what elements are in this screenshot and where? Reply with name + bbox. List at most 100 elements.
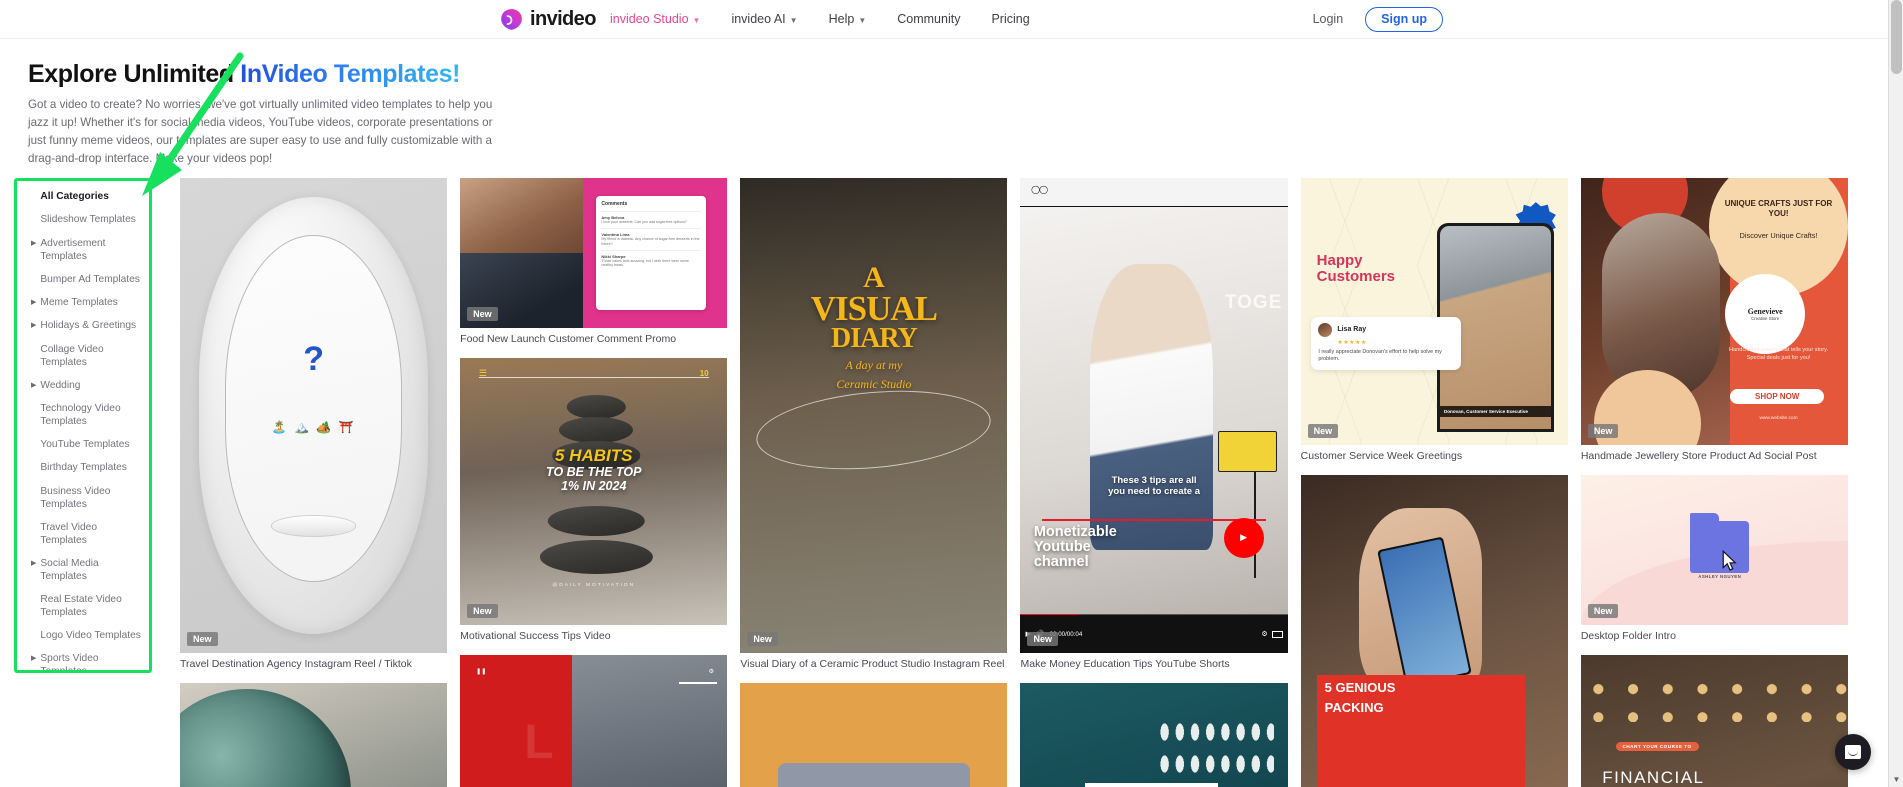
template-thumbnail[interactable]: Happy Customers Donovan, Customer Servic… [1300, 178, 1568, 446]
template-thumbnail[interactable]: L ❚❚ ⚙ BREAKING NEWS Malaysia may reopen… [460, 654, 728, 787]
nav-item-invideo-studio[interactable]: invideo Studio ▼ [610, 12, 700, 26]
sidebar-item-real-estate-video-templates[interactable]: ▶Real Estate Video Templates [31, 593, 143, 619]
template-thumbnail[interactable]: CHART YOUR COURSE TO FINANCIAL FREEDOM a… [1580, 654, 1848, 787]
fullscreen-icon[interactable] [1271, 630, 1283, 638]
hero-section: Explore Unlimited InVideo Templates! Got… [0, 39, 1903, 168]
login-link[interactable]: Login [1313, 12, 1344, 26]
template-caption: Motivational Success Tips Video [460, 630, 611, 643]
template-card-youtube[interactable]: ◯◯ TOGE These 3 tips are all you need to… [1020, 178, 1288, 672]
expand-triangle-icon[interactable]: ▶ [31, 652, 36, 665]
sidebar-item-bumper-ad-templates[interactable]: ▶Bumper Ad Templates [31, 273, 143, 286]
template-card-globe[interactable] [180, 682, 448, 787]
invideo-logo-icon [500, 8, 523, 31]
sidebar-item-collage-video-templates[interactable]: ▶Collage Video Templates [31, 343, 143, 369]
sidebar-item-slideshow-templates[interactable]: ▶Slideshow Templates [31, 213, 143, 226]
template-card-customer[interactable]: Happy Customers Donovan, Customer Servic… [1300, 178, 1568, 464]
template-thumbnail[interactable]: A VISUAL DIARY A day at my Ceramic Studi… [740, 178, 1008, 653]
expand-triangle-icon[interactable]: ▶ [31, 296, 36, 309]
cursor-icon [1723, 549, 1738, 571]
sidebar-item-youtube-templates[interactable]: ▶YouTube Templates [31, 438, 143, 451]
expand-triangle-icon[interactable]: ▶ [31, 379, 36, 392]
sidebar-item-advertisement-templates[interactable]: ▶ Advertisement Templates [31, 237, 143, 263]
template-caption: Food New Launch Customer Comment Promo [460, 333, 677, 346]
template-card-handle[interactable]: @yourighandle [740, 682, 1008, 787]
template-thumbnail[interactable] [180, 682, 448, 787]
shop-now-button[interactable]: SHOP NOW [1730, 389, 1824, 405]
new-badge: New [1587, 424, 1619, 439]
video-controls[interactable]: ▶ 🔊 02:00/00:04 ⚙ [1020, 613, 1288, 654]
page-scrollbar[interactable]: ▲ ▼ [1888, 0, 1903, 787]
template-card-jewellery[interactable]: UNIQUE CRAFTS JUST FOR YOU! Discover Uni… [1580, 178, 1848, 464]
diary-overlay-text: A VISUAL DIARY A day at my Ceramic Studi… [740, 262, 1007, 392]
page-title-accent: InVideo Templates! [240, 60, 461, 88]
sidebar-item-travel-video-templates[interactable]: ▶Travel Video Templates [31, 521, 143, 547]
nav-item-help[interactable]: Help ▼ [829, 12, 867, 26]
template-card-habits[interactable]: ☰ 10 5 HABITS TO BE THE TOP 1% IN 2024 @… [460, 357, 728, 644]
diary-script-2: Ceramic Studio [836, 377, 912, 392]
template-thumbnail[interactable]: www.yourwebsite.com THIS FALL [1020, 682, 1288, 787]
sidebar-item-label: Birthday Templates [40, 462, 127, 474]
expand-triangle-icon[interactable]: ▶ [31, 319, 36, 332]
template-thumbnail[interactable]: ? 🏝️ 🏔️ 🏕️ ⛩️ New [180, 178, 448, 653]
sidebar-item-label: Business Video Templates [40, 485, 111, 510]
jewel-subhead: Discover Unique Crafts! [1739, 231, 1818, 241]
sidebar-item-logo-video-templates[interactable]: ▶Logo Video Templates [31, 629, 143, 642]
template-card-news[interactable]: L ❚❚ ⚙ BREAKING NEWS Malaysia may reopen… [460, 654, 728, 787]
folder-label: ASHLEY NGUYEN [1698, 574, 1742, 580]
sidebar-item-wedding[interactable]: ▶ Wedding [31, 379, 143, 392]
new-badge: New [187, 632, 218, 646]
sidebar-item-birthday-templates[interactable]: ▶Birthday Templates [31, 461, 143, 474]
sidebar-item-business-video-templates[interactable]: ▶Business Video Templates [31, 485, 143, 511]
template-card-packing[interactable]: 5 GENIOUS PACKING [1300, 474, 1568, 787]
template-thumbnail[interactable]: @yourighandle [740, 682, 1008, 787]
testimonial-head: Lisa Ray [1318, 322, 1454, 337]
template-thumbnail[interactable]: ◯◯ TOGE These 3 tips are all you need to… [1020, 178, 1288, 654]
habits-line-3: 1% IN 2024 [561, 479, 627, 494]
gear-icon[interactable]: ⚙ [1261, 630, 1267, 638]
template-thumbnail[interactable]: 5 GENIOUS PACKING [1300, 474, 1568, 787]
chevron-down-icon: ▼ [789, 15, 798, 25]
sidebar-item-meme-templates[interactable]: ▶ Meme Templates [31, 296, 143, 309]
template-card-financial[interactable]: CHART YOUR COURSE TO FINANCIAL FREEDOM a… [1580, 654, 1848, 787]
expand-triangle-icon[interactable]: ▶ [31, 237, 36, 250]
template-caption: Visual Diary of a Ceramic Product Studio… [740, 658, 1005, 670]
template-thumbnail[interactable]: UNIQUE CRAFTS JUST FOR YOU! Discover Uni… [1580, 178, 1848, 446]
comment-text: My friend is diabetic. Any chance of sug… [601, 236, 700, 246]
sidebar-item-social-media-templates[interactable]: ▶ Social Media Templates [31, 557, 143, 583]
template-thumbnail[interactable]: ☰ 10 5 HABITS TO BE THE TOP 1% IN 2024 @… [460, 357, 728, 626]
nav-item-community[interactable]: Community [897, 12, 960, 26]
sidebar-item-technology-video-templates[interactable]: ▶Technology Video Templates [31, 402, 143, 428]
brand-name: invideo [530, 7, 596, 30]
scrollbar-thumb[interactable] [1891, 0, 1902, 74]
template-card-folder[interactable]: ASHLEY NGUYEN New Desktop Folder Intro [1580, 474, 1848, 644]
window-shade [270, 515, 357, 537]
question-mark-text: ? [303, 339, 324, 378]
template-card-fall[interactable]: www.yourwebsite.com THIS FALL [1020, 682, 1288, 787]
signup-button[interactable]: Sign up [1365, 6, 1443, 32]
template-caption: Make Money Education Tips YouTube Shorts [1020, 658, 1230, 671]
scroll-down-icon[interactable]: ▼ [1889, 771, 1903, 787]
comment-item: Valentina Lima My friend is diabetic. An… [601, 227, 701, 250]
grid-column-6: UNIQUE CRAFTS JUST FOR YOU! Discover Uni… [1580, 178, 1848, 787]
presenter-figure [1089, 263, 1213, 550]
sidebar-item-sports-video-templates[interactable]: ▶ Sports Video Templates [31, 652, 143, 670]
page-title: Explore Unlimited InVideo Templates! [28, 60, 1903, 89]
customer-headline-1: Happy [1316, 251, 1363, 269]
template-card-food[interactable]: Comments Amy Belova I love your desserts… [460, 178, 728, 347]
template-card-diary[interactable]: A VISUAL DIARY A day at my Ceramic Studi… [740, 178, 1008, 672]
progress-track[interactable] [1020, 613, 1288, 616]
template-thumbnail[interactable]: Comments Amy Belova I love your desserts… [460, 178, 728, 329]
chat-widget-button[interactable] [1835, 734, 1871, 770]
packing-line-2: PACKING [1324, 699, 1384, 715]
habits-overlay-text: 5 HABITS TO BE THE TOP 1% IN 2024 [460, 446, 727, 493]
brand-logo[interactable]: invideo [500, 8, 596, 31]
sidebar-item-holidays-greetings[interactable]: ▶ Holidays & Greetings [31, 319, 143, 332]
template-thumbnail[interactable]: ASHLEY NGUYEN New [1580, 474, 1848, 626]
template-card-travel[interactable]: ? 🏝️ 🏔️ 🏕️ ⛩️ New Travel Destination Age… [180, 178, 448, 672]
nav-item-invideo-ai[interactable]: invideo AI ▼ [731, 12, 797, 26]
nav-item-pricing[interactable]: Pricing [991, 12, 1029, 26]
progress-bar [478, 376, 709, 379]
expand-triangle-icon[interactable]: ▶ [31, 557, 36, 570]
sidebar-item-all-categories[interactable]: ▶All Categories [31, 190, 143, 203]
template-caption: Customer Service Week Greetings [1300, 450, 1463, 463]
